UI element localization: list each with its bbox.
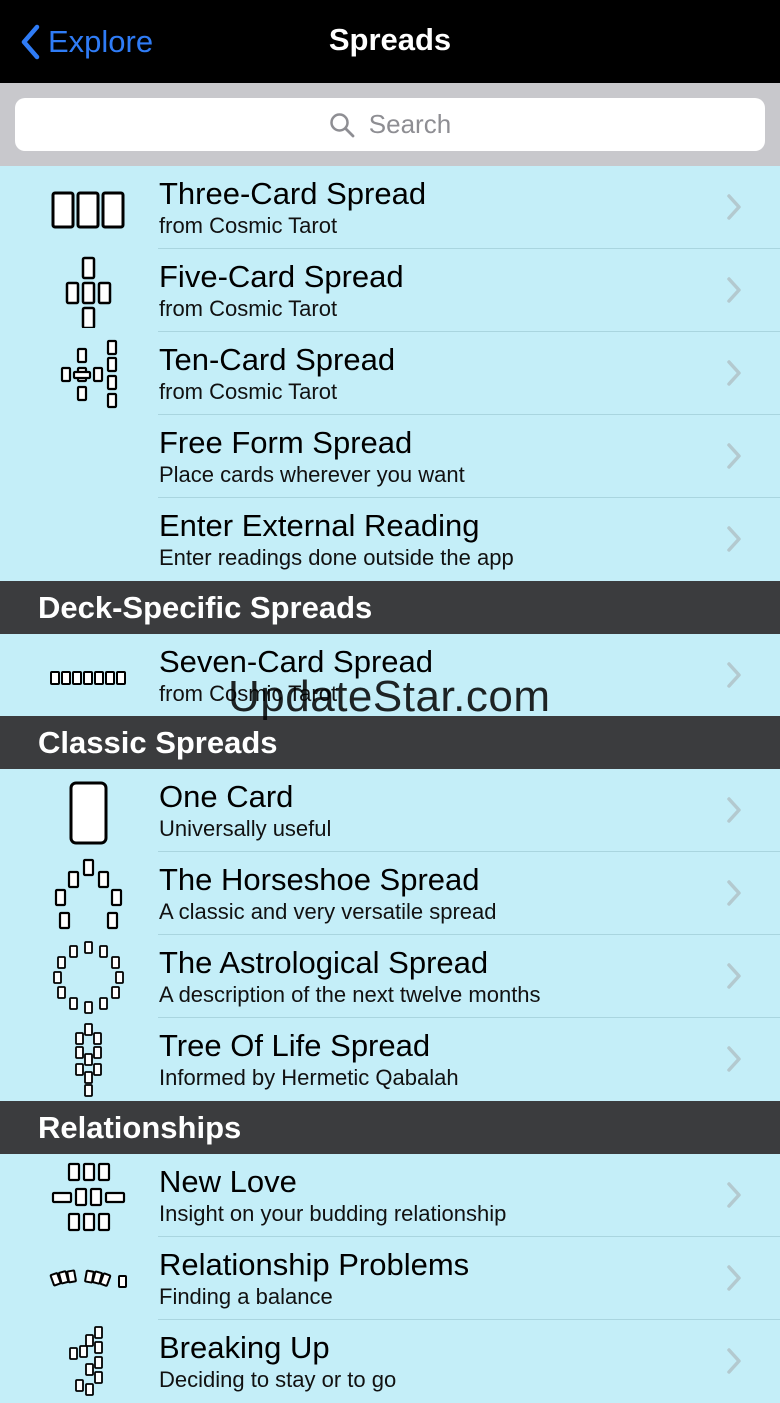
row-subtitle: from Cosmic Tarot <box>159 379 338 404</box>
five-card-cross-icon <box>65 256 112 328</box>
row-title: Tree Of Life Spread <box>159 1028 431 1063</box>
spread-row-horseshoe[interactable]: The Horseshoe Spread A classic and very … <box>0 852 780 935</box>
chevron-right-icon <box>727 277 741 303</box>
breaking-up-layout-icon <box>69 1326 103 1396</box>
section-title: Relationships <box>38 1110 242 1145</box>
chevron-right-icon <box>727 1046 741 1072</box>
row-subtitle: Deciding to stay or to go <box>159 1367 397 1392</box>
spread-row-astrological[interactable]: The Astrological Spread A description of… <box>0 935 780 1018</box>
row-subtitle: Insight on your budding relationship <box>159 1201 507 1226</box>
row-title: Ten-Card Spread <box>159 342 396 377</box>
row-title: Relationship Problems <box>159 1247 470 1282</box>
search-input[interactable]: Search <box>15 98 765 151</box>
section-header-relationships: Relationships <box>0 1101 780 1154</box>
row-subtitle: Enter readings done outside the app <box>159 545 514 570</box>
horseshoe-layout-icon <box>54 858 123 930</box>
chevron-right-icon <box>727 1265 741 1291</box>
spread-row-five-card[interactable]: Five-Card Spread from Cosmic Tarot <box>0 249 780 332</box>
row-title: Enter External Reading <box>159 508 480 543</box>
row-title: The Astrological Spread <box>159 945 489 980</box>
relationship-problems-icon <box>49 1269 127 1288</box>
spread-row-breaking-up[interactable]: Breaking Up Deciding to stay or to go <box>0 1320 780 1403</box>
row-subtitle: Universally useful <box>159 816 332 841</box>
row-title: Five-Card Spread <box>159 259 404 294</box>
search-bar: Search <box>0 83 780 166</box>
spread-row-external-reading[interactable]: Enter External Reading Enter readings do… <box>0 498 780 581</box>
spread-row-ten-card[interactable]: Ten-Card Spread from Cosmic Tarot <box>0 332 780 415</box>
chevron-right-icon <box>727 360 741 386</box>
row-title: Free Form Spread <box>159 425 413 460</box>
chevron-right-icon <box>727 963 741 989</box>
chevron-right-icon <box>727 880 741 906</box>
celtic-cross-icon <box>60 339 118 409</box>
row-subtitle: from Cosmic Tarot <box>159 213 338 238</box>
astrological-circle-icon <box>53 941 124 1014</box>
spread-row-tree-of-life[interactable]: Tree Of Life Spread Informed by Hermetic… <box>0 1018 780 1101</box>
watermark-text: UpdateStar.com <box>228 672 551 721</box>
chevron-right-icon <box>727 797 741 823</box>
search-placeholder: Search <box>368 109 452 139</box>
spread-row-one-card[interactable]: One Card Universally useful <box>0 769 780 852</box>
tree-of-life-icon <box>75 1023 102 1097</box>
seven-card-row-icon <box>50 671 126 685</box>
section-header-classic: Classic Spreads <box>0 716 780 769</box>
navigation-bar: Explore Spreads <box>0 0 780 83</box>
page-title: Spreads <box>328 22 452 57</box>
spread-row-relationship-problems[interactable]: Relationship Problems Finding a balance <box>0 1237 780 1320</box>
chevron-right-icon <box>727 526 741 552</box>
single-card-icon <box>69 781 108 845</box>
row-title: New Love <box>159 1164 297 1199</box>
row-title: The Horseshoe Spread <box>159 862 480 897</box>
section-title: Deck-Specific Spreads <box>38 590 373 625</box>
row-title: One Card <box>159 779 294 814</box>
row-subtitle: Finding a balance <box>159 1284 333 1309</box>
spread-row-three-card[interactable]: Three-Card Spread from Cosmic Tarot <box>0 166 780 249</box>
new-love-layout-icon <box>51 1162 126 1232</box>
row-subtitle: A description of the next twelve months <box>159 982 541 1007</box>
row-subtitle: Place cards wherever you want <box>159 462 465 487</box>
search-icon <box>330 112 355 137</box>
row-subtitle: A classic and very versatile spread <box>159 899 497 924</box>
chevron-right-icon <box>727 662 741 688</box>
chevron-right-icon <box>727 1348 741 1374</box>
three-card-layout-icon <box>51 191 125 229</box>
chevron-right-icon <box>727 443 741 469</box>
chevron-right-icon <box>727 1182 741 1208</box>
row-title: Three-Card Spread <box>159 176 427 211</box>
row-subtitle: Informed by Hermetic Qabalah <box>159 1065 459 1090</box>
row-title: Breaking Up <box>159 1330 330 1365</box>
spread-row-free-form[interactable]: Free Form Spread Place cards wherever yo… <box>0 415 780 498</box>
section-header-deck-specific: Deck-Specific Spreads <box>0 581 780 634</box>
row-subtitle: from Cosmic Tarot <box>159 296 338 321</box>
spread-row-new-love[interactable]: New Love Insight on your budding relatio… <box>0 1154 780 1237</box>
chevron-right-icon <box>727 194 741 220</box>
section-title: Classic Spreads <box>38 725 278 760</box>
